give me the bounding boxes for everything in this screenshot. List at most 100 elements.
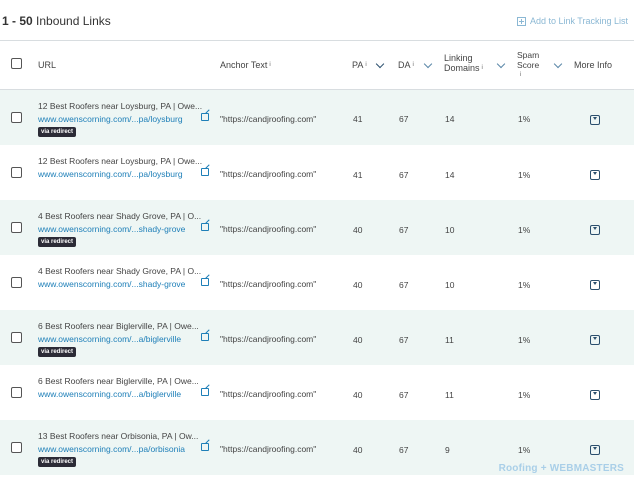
expand-row-icon[interactable] [590,445,600,455]
expand-row-icon[interactable] [590,225,600,235]
expand-row-icon[interactable] [590,390,600,400]
linking-domains-value: 10 [445,225,455,235]
row-checkbox[interactable] [11,387,22,398]
linking-domains-value: 14 [445,114,455,124]
results-header: 1 - 50 Inbound Links Add to Link Trackin… [0,0,634,40]
external-link-icon[interactable] [201,278,209,286]
watermark-part1: Roofing [498,463,538,474]
add-box-icon [516,16,526,26]
via-redirect-badge: via redirect [38,347,77,357]
link-url[interactable]: www.owenscorning.com/...pa/loysburg [38,114,183,124]
link-url[interactable]: www.owenscorning.com/...pa/orbisonia [38,444,185,454]
pa-info-icon[interactable]: i [365,62,366,68]
select-all-checkbox[interactable] [11,58,22,69]
external-link-icon[interactable] [201,113,209,121]
row-checkbox[interactable] [11,332,22,343]
linking-domains-value: 11 [445,335,454,345]
linking-domains-value: 9 [445,445,450,455]
pa-value: 41 [353,114,363,124]
link-page-title: 6 Best Roofers near Biglerville, PA | Ow… [38,376,199,386]
spam-score-value: 1% [518,445,531,455]
link-page-title: 12 Best Roofers near Loysburg, PA | Owe.… [38,101,203,111]
linking-domains-info-icon[interactable]: i [482,65,483,71]
link-page-title: 4 Best Roofers near Shady Grove, PA | O.… [38,211,202,221]
external-link-icon[interactable] [201,333,209,341]
col-spam-label-2: Score [517,60,540,70]
external-link-icon[interactable] [201,388,209,396]
link-url[interactable]: www.owenscorning.com/...a/biglerville [38,334,181,344]
anchor-info-icon[interactable]: i [269,62,270,68]
col-more-info: More Info [574,60,613,70]
row-checkbox[interactable] [11,222,22,233]
expand-row-icon[interactable] [590,170,600,180]
col-spam-score[interactable]: Spam Score i [517,50,539,80]
da-value: 67 [399,445,409,455]
pa-value: 40 [353,280,363,290]
col-linking-label-2: Domains [444,63,480,73]
anchor-text: "https://candjroofing.com" [220,279,317,289]
watermark-part2: WEBMASTERS [549,463,624,474]
expand-row-icon[interactable] [590,115,600,125]
expand-row-icon[interactable] [590,280,600,290]
link-page-title: 12 Best Roofers near Loysburg, PA | Owe.… [38,156,203,166]
spam-sort-chevron-icon[interactable] [553,59,563,69]
anchor-text: "https://candjroofing.com" [220,114,317,124]
results-range: 1 - 50 [2,14,33,28]
da-value: 67 [399,390,409,400]
add-to-link-tracking-label: Add to Link Tracking List [529,16,628,26]
pa-value: 40 [353,390,363,400]
row-checkbox[interactable] [11,442,22,453]
pa-value: 40 [353,225,363,235]
pa-sort-chevron-icon[interactable] [375,59,385,69]
anchor-text: "https://candjroofing.com" [220,169,317,179]
link-url[interactable]: www.owenscorning.com/...shady-grove [38,279,185,289]
add-to-link-tracking-button[interactable]: Add to Link Tracking List [516,16,628,26]
anchor-text: "https://candjroofing.com" [220,224,317,234]
da-value: 67 [399,335,409,345]
link-url[interactable]: www.owenscorning.com/...a/biglerville [38,389,181,399]
link-page-title: 13 Best Roofers near Orbisonia, PA | Ow.… [38,431,199,441]
watermark-plus-icon: + [540,463,547,474]
table-row: 4 Best Roofers near Shady Grove, PA | O.… [0,255,634,310]
col-anchor-label: Anchor Text [220,60,268,70]
results-title: 1 - 50 Inbound Links [2,14,111,28]
col-da-label: DA [398,60,411,70]
linking-domains-value: 14 [445,170,455,180]
linking-domains-sort-chevron-icon[interactable] [496,59,506,69]
row-checkbox[interactable] [11,167,22,178]
col-anchor-text: Anchor Text i [220,60,271,70]
col-linking-domains[interactable]: Linking Domains i [444,53,483,73]
da-value: 67 [399,280,409,290]
roofing-webmasters-watermark: Roofing + WEBMASTERS [499,463,624,474]
linking-domains-value: 11 [445,390,454,400]
link-url[interactable]: www.owenscorning.com/...shady-grove [38,224,185,234]
external-link-icon[interactable] [201,223,209,231]
via-redirect-badge: via redirect [38,127,77,137]
spam-score-value: 1% [518,280,531,290]
da-value: 67 [399,170,409,180]
row-checkbox[interactable] [11,277,22,288]
pa-value: 40 [353,445,363,455]
spam-score-value: 1% [518,170,531,180]
spam-score-value: 1% [518,390,531,400]
da-value: 67 [399,225,409,235]
link-url[interactable]: www.owenscorning.com/...pa/loysburg [38,169,183,179]
da-sort-chevron-icon[interactable] [423,59,433,69]
via-redirect-badge: via redirect [38,457,77,467]
pa-value: 41 [353,170,363,180]
expand-row-icon[interactable] [590,335,600,345]
spam-score-value: 1% [518,114,531,124]
col-pa[interactable]: PA i [352,60,367,70]
via-redirect-badge: via redirect [38,237,77,247]
col-da[interactable]: DA i [398,60,414,70]
external-link-icon[interactable] [201,443,209,451]
table-row: 12 Best Roofers near Loysburg, PA | Owe.… [0,145,634,200]
table-row: 12 Best Roofers near Loysburg, PA | Owe.… [0,90,634,145]
spam-info-icon[interactable]: i [520,70,539,80]
external-link-icon[interactable] [201,168,209,176]
link-page-title: 6 Best Roofers near Biglerville, PA | Ow… [38,321,199,331]
row-checkbox[interactable] [11,112,22,123]
linking-domains-value: 10 [445,280,455,290]
col-pa-label: PA [352,60,364,70]
da-info-icon[interactable]: i [413,62,414,68]
